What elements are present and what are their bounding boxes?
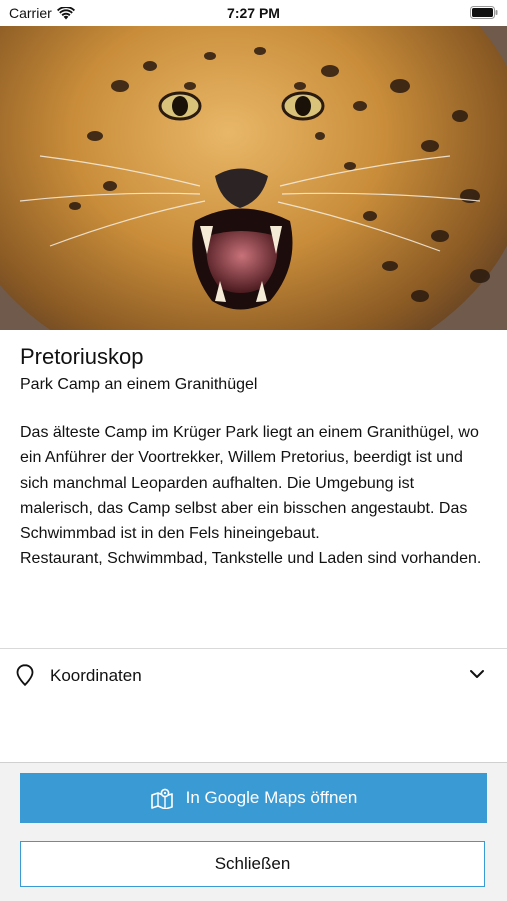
map-icon xyxy=(150,788,173,809)
camp-name: Pretoriuskop xyxy=(20,344,144,369)
camp-description: Das älteste Camp im Krüger Park liegt an… xyxy=(20,420,490,572)
chevron-down-icon[interactable] xyxy=(469,668,485,680)
status-bar: Carrier 7:27 PM xyxy=(0,0,507,26)
description-paragraph: Restaurant, Schwimmbad, Tankstelle und L… xyxy=(20,550,482,568)
open-google-maps-button[interactable]: In Google Maps öffnen xyxy=(20,773,487,823)
map-pin-icon xyxy=(16,664,34,686)
description-paragraph: Das älteste Camp im Krüger Park liegt an… xyxy=(20,424,479,543)
action-panel: In Google Maps öffnen Schließen xyxy=(0,762,507,901)
camp-subtitle: Park Camp an einem Granithügel xyxy=(20,376,258,393)
leopard-photo xyxy=(0,26,507,330)
close-button[interactable]: Schließen xyxy=(20,841,485,887)
status-time: 7:27 PM xyxy=(227,5,280,21)
open-google-maps-label: In Google Maps öffnen xyxy=(185,788,358,807)
battery-icon xyxy=(470,6,498,19)
divider xyxy=(0,648,507,649)
coordinates-row[interactable]: Koordinaten xyxy=(0,650,507,702)
hero-image-carousel[interactable] xyxy=(0,26,507,330)
coordinates-label: Koordinaten xyxy=(50,666,142,685)
